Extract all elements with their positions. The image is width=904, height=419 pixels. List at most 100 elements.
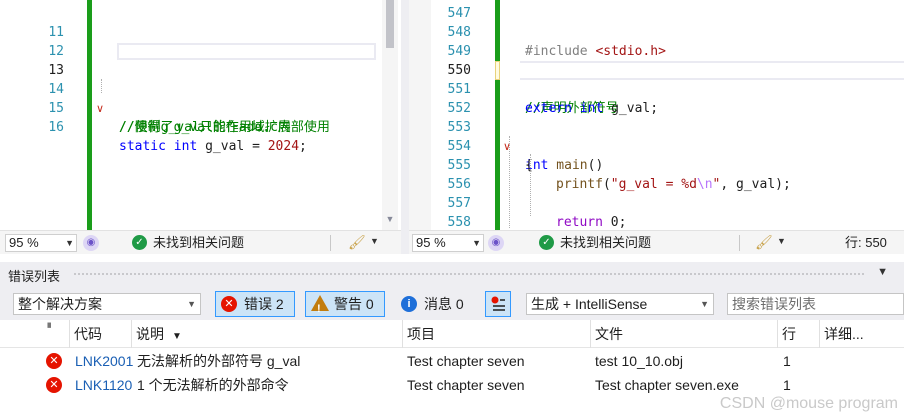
comment-text: //使得g_val只能在add.c内部使用: [119, 120, 330, 135]
code-line[interactable]: 550 //声明外部符号: [409, 61, 904, 116]
chevron-down-icon[interactable]: ▼: [370, 236, 379, 246]
line-number: 558: [447, 215, 471, 230]
column-header-description[interactable]: 说明 ▼: [132, 320, 403, 348]
build-filter-toggle[interactable]: [485, 291, 511, 317]
left-editor-status-bar: 95 % ▼ ◉ ✓ 未找到相关问题 🖌 ▼: [0, 230, 401, 254]
right-code-area[interactable]: 547 548 #include <stdio.h> 549 550 //声明外…: [409, 0, 904, 230]
code-line[interactable]: 12: [0, 23, 401, 59]
code-cleanup-brush-icon[interactable]: 🖌: [755, 234, 773, 251]
scrollbar-thumb[interactable]: [386, 0, 394, 48]
check-circle-icon: ✓: [132, 235, 147, 250]
code-cleanup-brush-icon[interactable]: 🖌: [348, 234, 366, 251]
vertical-scrollbar[interactable]: ▼: [382, 0, 398, 230]
separator: [330, 235, 331, 251]
error-icon: ✕: [46, 377, 62, 393]
error-list-toolbar: 整个解决方案 ▼ ✕ 错误 2 ! 警告 0 i 消息 0 生成 + Intell…: [0, 286, 904, 320]
code-line[interactable]: 553 ∨ int main(): [409, 118, 904, 173]
error-description: 1 个无法解析的外部命令: [137, 377, 289, 393]
line-number: 552: [447, 101, 471, 116]
error-list-header: ▝ 代码 说明 ▼ 项目 文件 行 详细...: [0, 320, 904, 348]
line-number: 16: [48, 120, 64, 135]
zoom-select[interactable]: 95 % ▼: [412, 234, 484, 252]
error-icon: ✕: [221, 296, 237, 312]
error-row[interactable]: ✕ LNK2001 无法解析的外部符号 g_val Test chapter s…: [0, 349, 904, 373]
column-header-line[interactable]: 行: [778, 320, 820, 348]
column-header-details[interactable]: 详细...: [820, 320, 904, 348]
grip-dots: [74, 273, 864, 277]
code-line[interactable]: 16 static int g_val = 2024;: [0, 99, 401, 154]
error-file: test 10_10.obj: [595, 353, 683, 369]
issues-status-text[interactable]: 未找到相关问题: [153, 235, 244, 251]
left-code-area[interactable]: 11 12 13 14 ∨ //限制了g_val的作用域扩展 15 //使得g_…: [0, 0, 401, 230]
scope-select[interactable]: 整个解决方案 ▼: [13, 293, 201, 315]
code-text: static int g_val = 2024;: [119, 139, 307, 154]
intellicode-icon[interactable]: ◉: [488, 235, 504, 251]
code-line[interactable]: 557 return 0;: [409, 194, 904, 230]
code-line[interactable]: 11: [0, 4, 401, 40]
chevron-down-icon: ▼: [65, 238, 74, 248]
panel-title: 错误列表: [8, 269, 61, 284]
code-line[interactable]: 556: [409, 175, 904, 194]
code-line[interactable]: 13: [0, 42, 401, 78]
window-dropdown-icon[interactable]: ▼: [877, 266, 888, 278]
search-error-list-input[interactable]: 搜索错误列表: [727, 293, 904, 315]
code-line[interactable]: 551 extern int g_val;: [409, 80, 904, 116]
code-line[interactable]: 15 //使得g_val只能在add.c内部使用: [0, 80, 401, 135]
error-code-link[interactable]: LNK1120: [75, 373, 132, 397]
zoom-select[interactable]: 95 % ▼: [5, 234, 77, 252]
watermark: CSDN @mouse program: [719, 395, 898, 412]
error-project: Test chapter seven: [407, 377, 525, 393]
line-number: 556: [447, 177, 471, 192]
code-line[interactable]: 14 ∨ //限制了g_val的作用域扩展: [0, 61, 401, 135]
error-list-title-bar[interactable]: 错误列表 ▼: [0, 262, 904, 286]
line-number: 547: [447, 6, 471, 21]
errors-filter-button[interactable]: ✕ 错误 2: [215, 291, 295, 317]
code-line[interactable]: 558 }: [409, 213, 904, 230]
line-number: 554: [447, 139, 471, 154]
error-file: Test chapter seven.exe: [595, 377, 739, 393]
sort-down-icon: ▼: [172, 331, 182, 342]
splitter[interactable]: [401, 0, 409, 254]
warnings-filter-button[interactable]: ! 警告 0: [305, 291, 385, 317]
code-line[interactable]: 552: [409, 99, 904, 118]
error-line: 1: [783, 353, 791, 369]
column-header-file[interactable]: 文件: [591, 320, 778, 348]
column-chooser-icon[interactable]: ▝: [40, 320, 70, 348]
code-line[interactable]: 548 #include <stdio.h>: [409, 23, 904, 59]
code-line[interactable]: 554 {: [409, 137, 904, 173]
messages-filter-button[interactable]: i 消息 0: [395, 291, 475, 317]
current-line-highlight: [117, 43, 376, 60]
scroll-down-icon[interactable]: ▼: [382, 214, 398, 224]
column-header-code[interactable]: 代码: [70, 320, 132, 348]
error-row[interactable]: ✕ LNK1120 1 个无法解析的外部命令 Test chapter seve…: [0, 373, 904, 397]
line-number: 551: [447, 82, 471, 97]
line-number: 550: [447, 63, 471, 78]
column-header-project[interactable]: 项目: [403, 320, 591, 348]
line-number: 555: [447, 158, 471, 173]
chevron-down-icon: ▼: [472, 238, 481, 248]
error-project: Test chapter seven: [407, 353, 525, 369]
error-icon: ✕: [46, 353, 62, 369]
code-line[interactable]: 555 printf("g_val = %d\n", g_val);: [409, 156, 904, 192]
line-number: 548: [447, 25, 471, 40]
chevron-down-icon[interactable]: ▼: [777, 236, 786, 246]
line-indicator[interactable]: 行: 550: [845, 235, 887, 251]
error-list-panel: 错误列表 ▼ 整个解决方案 ▼ ✕ 错误 2 ! 警告 0 i 消息 0 生成 +…: [0, 262, 904, 419]
left-editor-pane[interactable]: 11 12 13 14 ∨ //限制了g_val的作用域扩展 15 //使得g_…: [0, 0, 401, 254]
filter-list-icon: [491, 296, 505, 311]
check-circle-icon: ✓: [539, 235, 554, 250]
line-number: 549: [447, 44, 471, 59]
current-line-highlight: [520, 61, 904, 80]
separator: [739, 235, 740, 251]
code-line[interactable]: 547: [409, 4, 904, 23]
intellicode-icon[interactable]: ◉: [83, 235, 99, 251]
build-source-select[interactable]: 生成 + IntelliSense ▼: [526, 293, 714, 315]
warning-icon: !: [311, 295, 329, 315]
info-icon: i: [401, 296, 417, 312]
error-code-link[interactable]: LNK2001: [75, 349, 133, 373]
issues-status-text[interactable]: 未找到相关问题: [560, 235, 651, 251]
right-editor-pane[interactable]: 547 548 #include <stdio.h> 549 550 //声明外…: [409, 0, 904, 254]
code-line[interactable]: 549: [409, 42, 904, 61]
error-description: 无法解析的外部符号 g_val: [137, 353, 301, 369]
line-number: 553: [447, 120, 471, 135]
